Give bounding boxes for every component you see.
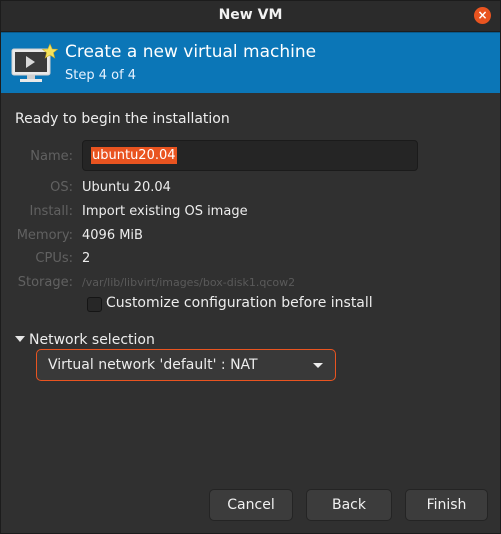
storage-value: /var/lib/libvirt/images/box-disk1.qcow2 — [82, 276, 296, 289]
memory-value: 4096 MiB — [82, 228, 143, 243]
wizard-step: Step 4 of 4 — [65, 68, 137, 83]
cpus-label: CPUs: — [35, 251, 73, 266]
dropdown-arrow-icon — [313, 363, 323, 368]
memory-label: Memory: — [16, 228, 73, 243]
wizard-banner: Create a new virtual machine Step 4 of 4 — [1, 32, 500, 93]
network-source-dropdown[interactable]: Virtual network 'default' : NAT — [36, 349, 336, 381]
customize-label[interactable]: Customize configuration before install — [106, 295, 373, 311]
cpus-value: 2 — [82, 251, 91, 266]
storage-label: Storage: — [17, 275, 73, 290]
ready-heading: Ready to begin the installation — [15, 111, 230, 127]
close-button[interactable]: × — [474, 7, 491, 24]
install-label: Install: — [29, 204, 73, 219]
vm-monitor-star-icon — [11, 43, 58, 82]
cancel-button[interactable]: Cancel — [209, 489, 293, 521]
os-value: Ubuntu 20.04 — [82, 180, 171, 195]
os-label: OS: — [50, 180, 73, 195]
window-title: New VM — [218, 7, 283, 23]
title-bar: New VM × — [1, 1, 500, 32]
vm-name-value: ubuntu20.04 — [91, 147, 177, 164]
back-button[interactable]: Back — [306, 489, 392, 521]
install-value: Import existing OS image — [82, 204, 248, 219]
name-label: Name: — [30, 149, 73, 164]
finish-button[interactable]: Finish — [405, 489, 488, 521]
network-selection-expander[interactable]: Network selection — [15, 332, 155, 350]
network-selection-label: Network selection — [29, 332, 155, 348]
wizard-title: Create a new virtual machine — [65, 42, 317, 62]
vm-name-input[interactable]: ubuntu20.04 — [82, 140, 418, 171]
network-selected-value: Virtual network 'default' : NAT — [48, 357, 258, 373]
new-vm-window: New VM × Create a new virtual machine St… — [0, 0, 501, 534]
customize-checkbox[interactable] — [87, 297, 102, 312]
summary-panel: Ready to begin the installation Name: ub… — [1, 93, 500, 533]
expander-down-arrow-icon — [15, 336, 25, 342]
